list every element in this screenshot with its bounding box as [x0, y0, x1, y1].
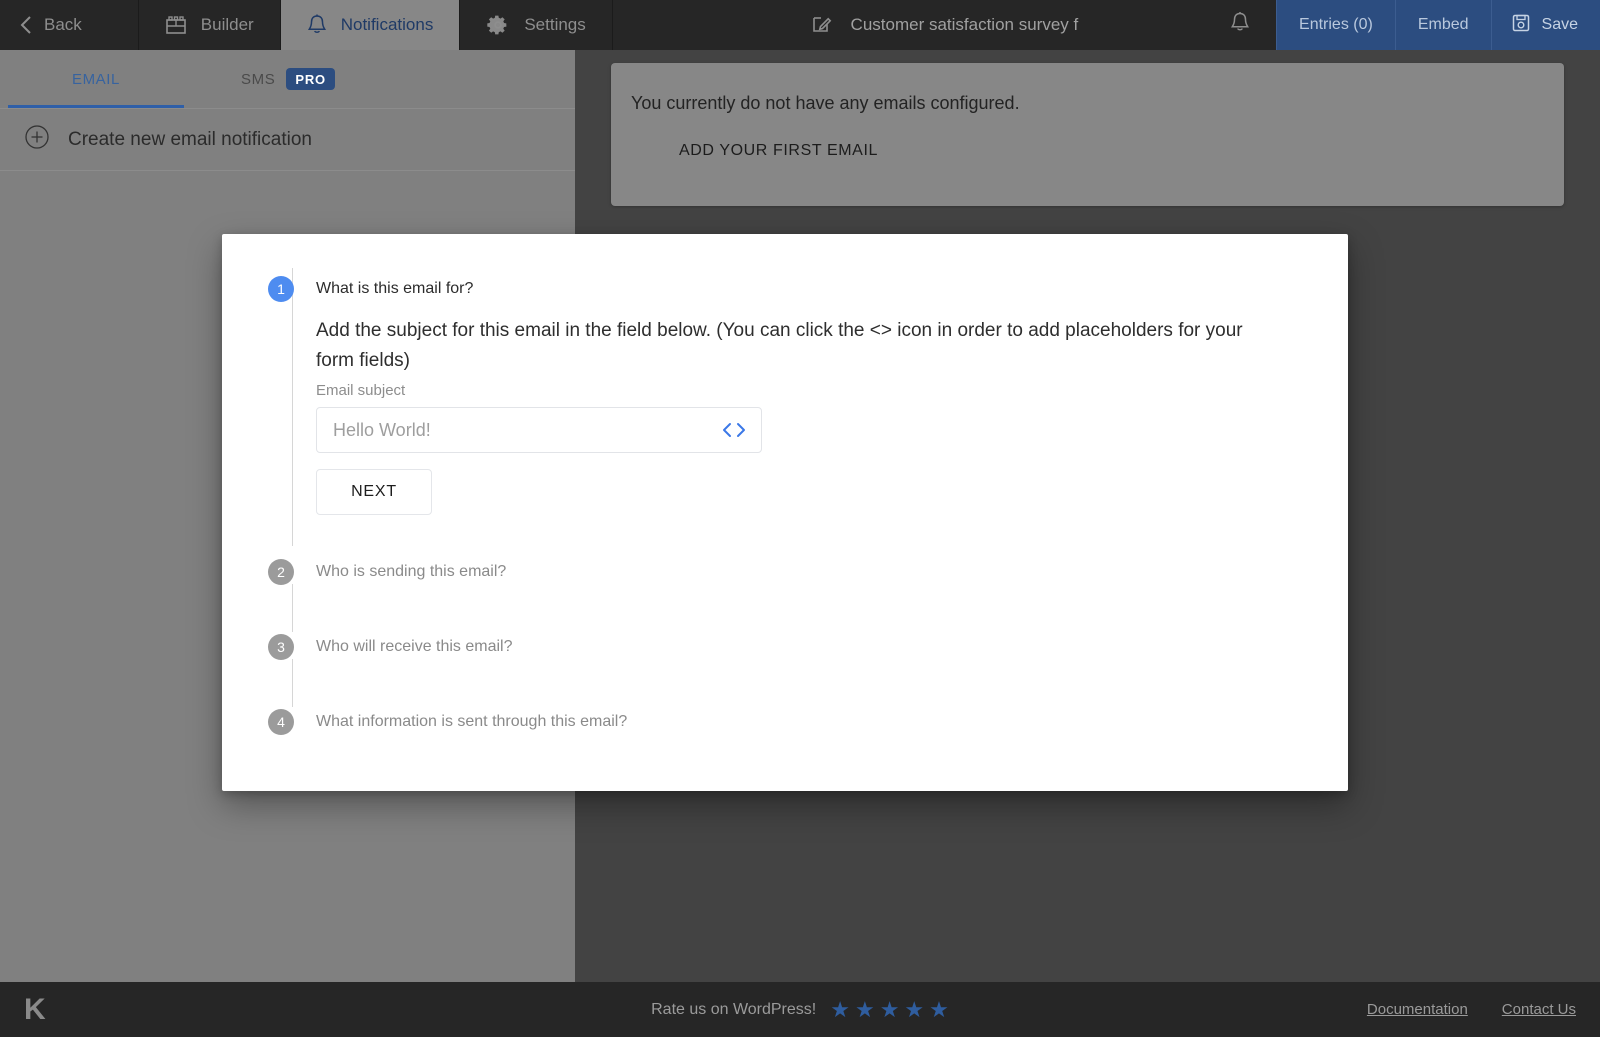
code-brackets-icon[interactable]: [713, 421, 747, 439]
step-1-body: Add the subject for this email in the fi…: [316, 302, 1276, 515]
step-2-title: Who is sending this email?: [316, 559, 506, 585]
header-form-title-area: Customer satisfaction survey f: [613, 0, 1276, 50]
tab-notifications[interactable]: Notifications: [281, 0, 461, 50]
tab-notifications-label: Notifications: [341, 15, 434, 35]
chevron-left-icon: [18, 14, 34, 36]
app-window: Back Builder: [0, 0, 1600, 1037]
sidebar-tab-sms[interactable]: SMS PRO: [192, 50, 384, 108]
contact-us-link[interactable]: Contact Us: [1502, 1001, 1576, 1018]
step-4-title: What information is sent through this em…: [316, 709, 627, 735]
step-1-helper-text: Add the subject for this email in the fi…: [316, 316, 1276, 376]
footer-links: Documentation Contact Us: [1367, 1001, 1576, 1018]
footer-rating-area: Rate us on WordPress! ★ ★ ★ ★ ★: [0, 999, 1600, 1021]
star-icon[interactable]: ★: [904, 999, 924, 1021]
step-4-badge: 4: [268, 709, 294, 735]
floppy-disk-icon: [1510, 12, 1532, 39]
step-1-title: What is this email for?: [316, 276, 1276, 302]
tab-settings[interactable]: Settings: [460, 0, 612, 50]
empty-state-message: You currently do not have any emails con…: [631, 93, 1532, 114]
form-title: Customer satisfaction survey f: [851, 15, 1079, 35]
pencil-square-icon[interactable]: [811, 12, 833, 39]
step-4-gutter: 4: [222, 709, 316, 735]
star-icon[interactable]: ★: [929, 999, 949, 1021]
create-new-email-notification-label: Create new email notification: [68, 129, 312, 151]
documentation-link[interactable]: Documentation: [1367, 1001, 1468, 1018]
step-3-title: Who will receive this email?: [316, 634, 513, 660]
step-3-gutter: 3: [222, 634, 316, 660]
star-icon[interactable]: ★: [830, 999, 850, 1021]
main-body: EMAIL SMS PRO Create new email notificat…: [0, 50, 1600, 982]
create-new-email-notification-button[interactable]: Create new email notification: [0, 109, 575, 171]
save-button[interactable]: Save: [1491, 0, 1600, 50]
rate-us-label: Rate us on WordPress!: [651, 1001, 816, 1019]
step-1-badge: 1: [268, 276, 294, 302]
kali-forms-logo: K: [24, 995, 46, 1025]
header-actions: Entries (0) Embed Save: [1276, 0, 1600, 50]
step-2[interactable]: 2 Who is sending this email?: [222, 559, 1348, 585]
tab-settings-label: Settings: [524, 15, 585, 35]
step-1-content: What is this email for? Add the subject …: [316, 276, 1276, 515]
rating-stars[interactable]: ★ ★ ★ ★ ★: [830, 999, 949, 1021]
star-icon[interactable]: ★: [855, 999, 875, 1021]
step-1-gutter: 1: [222, 276, 316, 515]
embed-button[interactable]: Embed: [1395, 0, 1491, 50]
sidebar-tab-email-label: EMAIL: [72, 71, 120, 88]
plus-circle-icon: [24, 124, 50, 156]
pro-badge: PRO: [286, 68, 335, 90]
entries-label: Entries (0): [1299, 16, 1373, 34]
email-subject-field-wrapper[interactable]: [316, 407, 762, 453]
step-3[interactable]: 3 Who will receive this email?: [222, 634, 1348, 660]
step-2-badge: 2: [268, 559, 294, 585]
step-3-badge: 3: [268, 634, 294, 660]
empty-state-card: You currently do not have any emails con…: [611, 63, 1564, 206]
step-2-gutter: 2: [222, 559, 316, 585]
add-your-first-email-button[interactable]: ADD YOUR FIRST EMAIL: [663, 132, 894, 170]
blocks-icon: [165, 14, 187, 36]
sidebar-tabs: EMAIL SMS PRO: [0, 50, 575, 109]
gear-icon: [486, 13, 510, 37]
new-email-notification-dialog: 1 What is this email for? Add the subjec…: [222, 234, 1348, 791]
bell-icon: [307, 13, 327, 37]
step-connector-3: [292, 659, 293, 707]
back-button[interactable]: Back: [0, 0, 139, 50]
email-subject-label: Email subject: [316, 382, 1276, 399]
next-button[interactable]: NEXT: [316, 469, 432, 515]
footer-bar: K Rate us on WordPress! ★ ★ ★ ★ ★ Docume…: [0, 982, 1600, 1037]
tab-builder-label: Builder: [201, 15, 254, 35]
top-header-bar: Back Builder: [0, 0, 1600, 50]
tab-builder[interactable]: Builder: [139, 0, 281, 50]
sidebar-tab-sms-label: SMS: [241, 71, 275, 88]
back-label: Back: [44, 15, 82, 35]
notifications-bell-icon[interactable]: [1230, 11, 1250, 40]
embed-label: Embed: [1418, 16, 1469, 34]
step-1: 1 What is this email for? Add the subjec…: [222, 276, 1348, 515]
save-label: Save: [1542, 16, 1578, 34]
step-4[interactable]: 4 What information is sent through this …: [222, 709, 1348, 735]
star-icon[interactable]: ★: [880, 999, 900, 1021]
sidebar-tab-email[interactable]: EMAIL: [0, 50, 192, 108]
entries-button[interactable]: Entries (0): [1276, 0, 1395, 50]
email-subject-input[interactable]: [333, 420, 713, 441]
step-connector-2: [292, 584, 293, 632]
